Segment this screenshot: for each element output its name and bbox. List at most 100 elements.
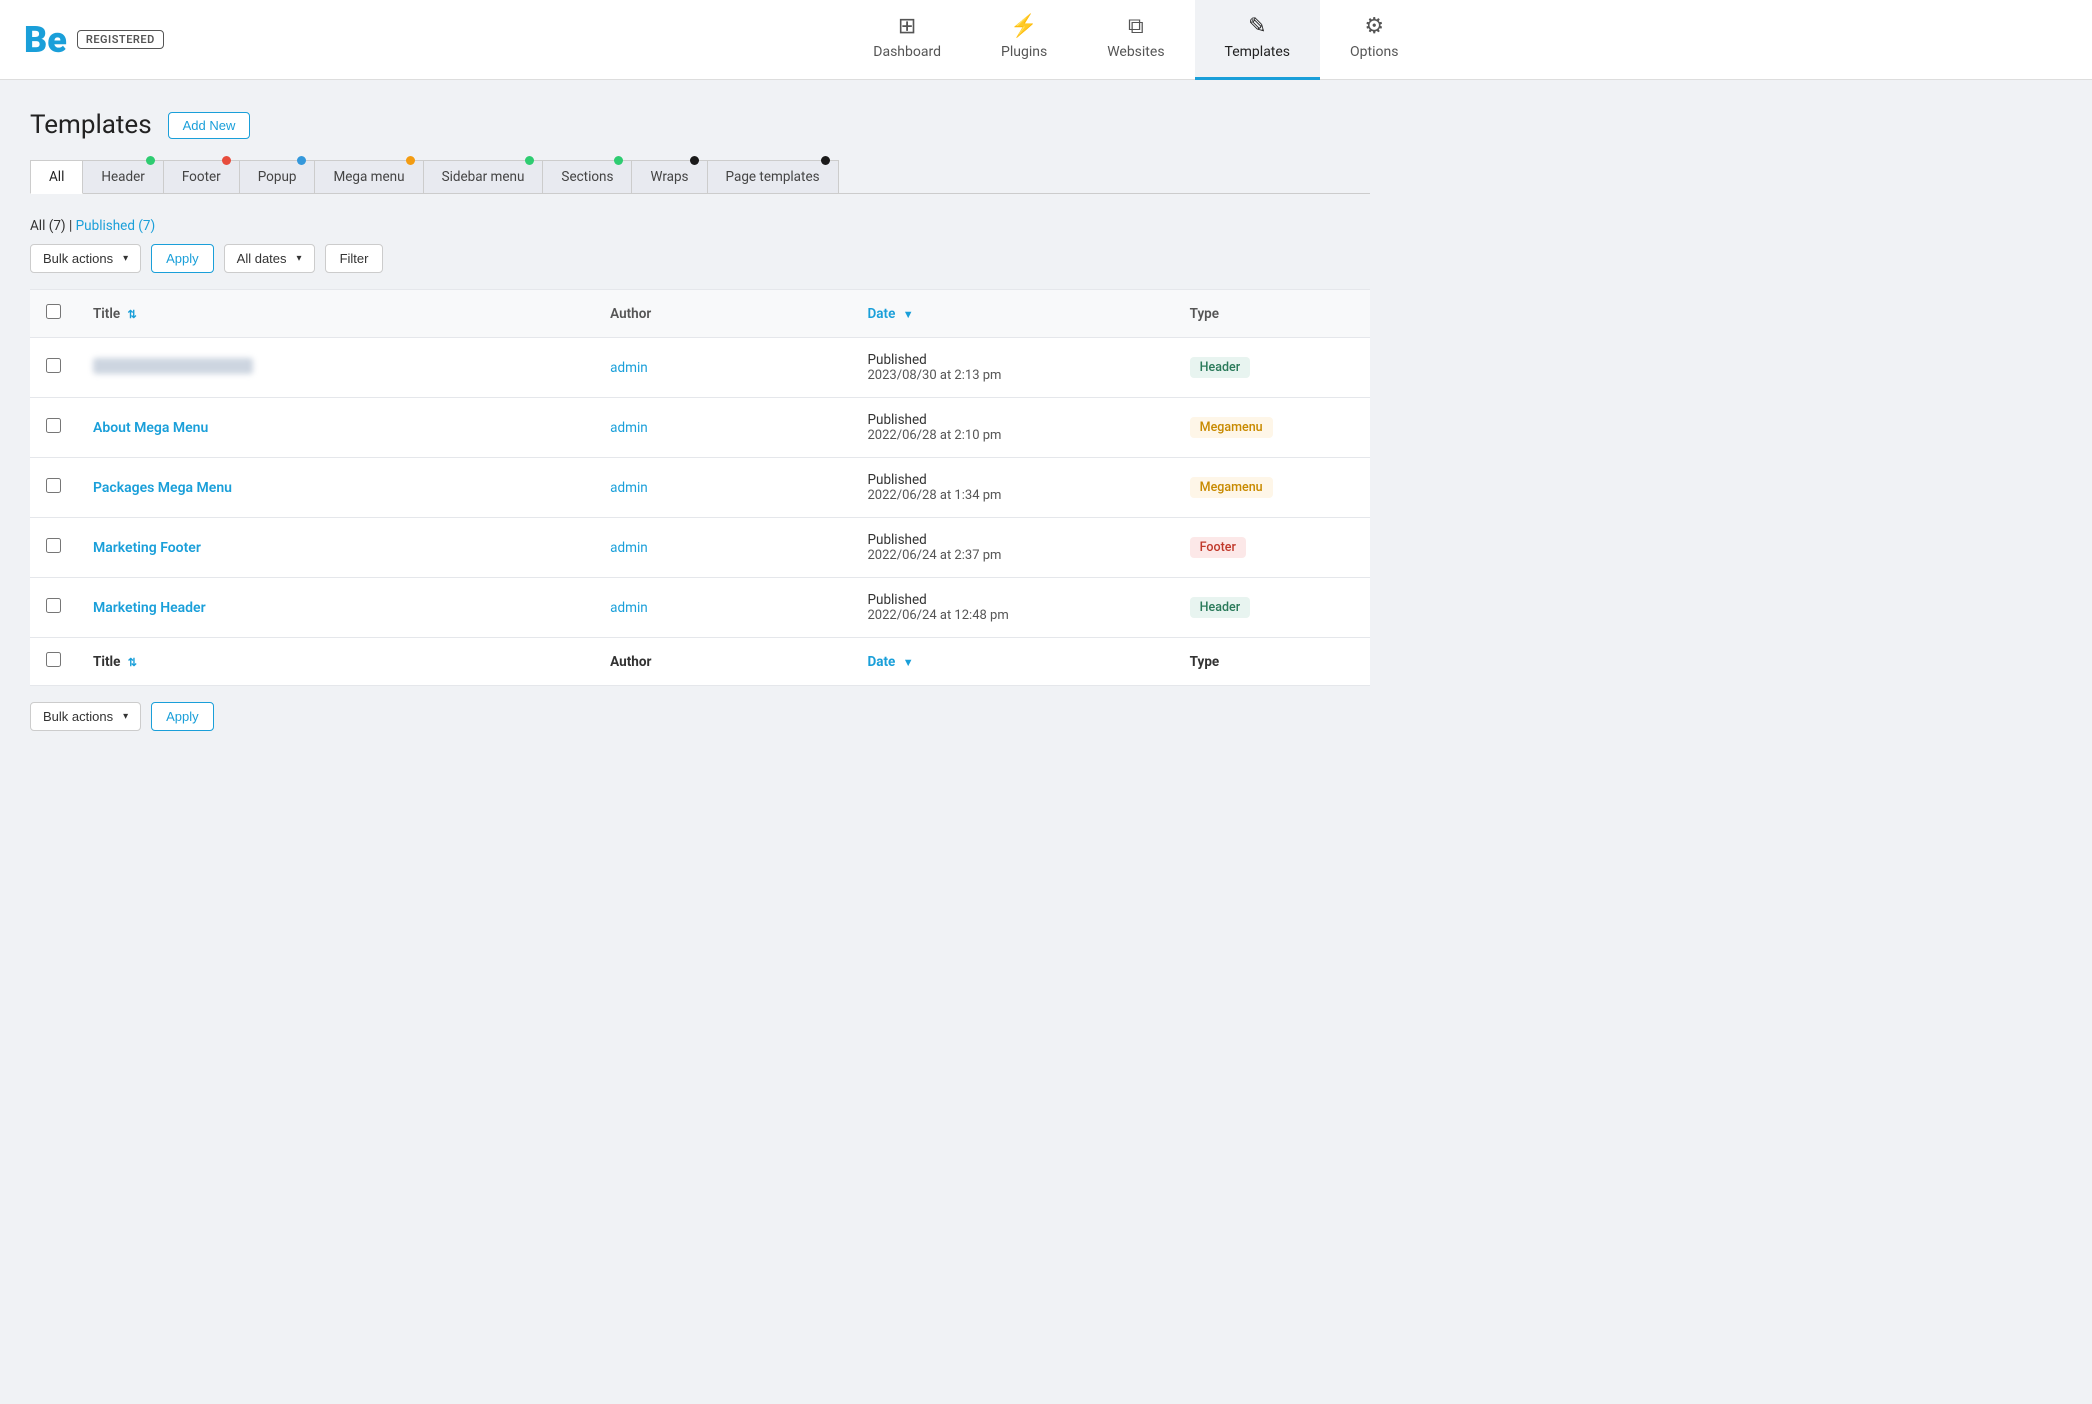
nav-label-dashboard: Dashboard xyxy=(873,44,941,60)
table-header: Title ⇅ Author Date ▼ Type xyxy=(30,290,1370,338)
row-status: Published xyxy=(867,352,1157,368)
tab-page-templates[interactable]: Page templates xyxy=(707,160,839,193)
row-author-link[interactable]: admin xyxy=(610,360,648,376)
row-title-link[interactable]: Marketing Footer xyxy=(93,540,201,556)
row-type-cell: Megamenu xyxy=(1174,458,1370,518)
table-row: About Mega Menu admin Published2022/06/28 … xyxy=(30,398,1370,458)
row-type-cell: Header xyxy=(1174,578,1370,638)
row-author-link[interactable]: admin xyxy=(610,540,648,556)
row-1-checkbox[interactable] xyxy=(46,418,61,433)
tab-footer-label: Footer xyxy=(182,169,221,185)
row-title-link[interactable]: Packages Mega Menu xyxy=(93,480,232,496)
tab-sections-label: Sections xyxy=(561,169,613,185)
row-status: Published xyxy=(867,412,1157,428)
row-type-cell: Header xyxy=(1174,338,1370,398)
row-title-cell: Marketing Header xyxy=(77,578,594,638)
apply-button-top[interactable]: Apply xyxy=(151,244,214,273)
row-0-checkbox[interactable] xyxy=(46,358,61,373)
column-footer-title[interactable]: Title ⇅ xyxy=(77,638,594,686)
summary-all: All (7) xyxy=(30,218,66,234)
nav-item-plugins[interactable]: ⚡ Plugins xyxy=(971,0,1077,80)
tab-footer[interactable]: Footer xyxy=(163,160,240,193)
tab-popup[interactable]: Popup xyxy=(239,160,316,193)
row-author-link[interactable]: admin xyxy=(610,420,648,436)
row-checkbox-cell xyxy=(30,398,77,458)
column-header-date[interactable]: Date ▼ xyxy=(851,290,1173,338)
select-all-checkbox[interactable] xyxy=(46,304,61,319)
select-all-cell xyxy=(30,290,77,338)
options-icon: ⚙ xyxy=(1364,16,1384,38)
row-status: Published xyxy=(867,532,1157,548)
row-author-cell: admin xyxy=(594,578,851,638)
summary-published[interactable]: Published (7) xyxy=(76,218,156,234)
row-type-badge: Header xyxy=(1190,357,1250,378)
bulk-actions-chevron-icon: ▾ xyxy=(123,253,128,264)
tab-sections[interactable]: Sections xyxy=(542,160,632,193)
page-title: Templates xyxy=(30,110,152,140)
row-title-cell: Marketing Footer xyxy=(77,518,594,578)
row-author-link[interactable]: admin xyxy=(610,600,648,616)
nav-item-options[interactable]: ⚙ Options xyxy=(1320,0,1428,80)
table-footer: Title ⇅ Author Date ▼ Type xyxy=(30,638,1370,686)
column-footer-date[interactable]: Date ▼ xyxy=(851,638,1173,686)
tab-sidebar-menu-dot xyxy=(525,156,534,165)
dashboard-icon: ⊞ xyxy=(898,16,916,38)
row-date: 2022/06/24 at 12:48 pm xyxy=(867,608,1157,623)
row-date-cell: Published2022/06/28 at 2:10 pm xyxy=(851,398,1173,458)
row-author-cell: admin xyxy=(594,398,851,458)
nav-items: ⊞ Dashboard ⚡ Plugins ⧉ Websites ✎ Templ… xyxy=(204,0,2068,80)
nav-item-templates[interactable]: ✎ Templates xyxy=(1195,0,1321,80)
registered-badge: REGISTERED xyxy=(77,30,164,49)
row-date-cell: Published2022/06/24 at 2:37 pm xyxy=(851,518,1173,578)
row-date: 2023/08/30 at 2:13 pm xyxy=(867,368,1157,383)
row-2-checkbox[interactable] xyxy=(46,478,61,493)
date-sort-icon-bottom: ▼ xyxy=(903,656,914,669)
title-header-label: Title xyxy=(93,306,120,322)
type-header-label: Type xyxy=(1190,306,1219,322)
bulk-actions-label: Bulk actions xyxy=(43,251,113,266)
nav-item-websites[interactable]: ⧉ Websites xyxy=(1077,0,1194,80)
bulk-actions-dropdown-bottom[interactable]: Bulk actions ▾ xyxy=(30,702,141,731)
nav-label-templates: Templates xyxy=(1225,44,1291,60)
row-checkbox-cell xyxy=(30,458,77,518)
page-title-row: Templates Add New xyxy=(30,110,1370,140)
row-title-link[interactable]: Marketing Header xyxy=(93,600,206,616)
row-type-badge: Megamenu xyxy=(1190,477,1273,498)
templates-table: Title ⇅ Author Date ▼ Type admin Publishe… xyxy=(30,289,1370,686)
date-footer-label: Date xyxy=(867,654,895,670)
row-date: 2022/06/24 at 2:37 pm xyxy=(867,548,1157,563)
tab-wraps[interactable]: Wraps xyxy=(631,160,707,193)
tab-sidebar-menu-label: Sidebar menu xyxy=(442,169,525,185)
logo-area: Be REGISTERED xyxy=(24,19,164,61)
all-dates-dropdown[interactable]: All dates ▾ xyxy=(224,244,315,273)
tab-header[interactable]: Header xyxy=(82,160,163,193)
column-footer-author: Author xyxy=(594,638,851,686)
bulk-actions-dropdown[interactable]: Bulk actions ▾ xyxy=(30,244,141,273)
row-title-cell: About Mega Menu xyxy=(77,398,594,458)
title-blurred xyxy=(93,358,253,374)
row-author-link[interactable]: admin xyxy=(610,480,648,496)
bulk-actions-label-bottom: Bulk actions xyxy=(43,709,113,724)
table-row: Marketing Header admin Published2022/06/24… xyxy=(30,578,1370,638)
row-title-cell xyxy=(77,338,594,398)
tab-sidebar-menu[interactable]: Sidebar menu xyxy=(423,160,544,193)
row-checkbox-cell xyxy=(30,518,77,578)
row-3-checkbox[interactable] xyxy=(46,538,61,553)
apply-button-bottom[interactable]: Apply xyxy=(151,702,214,731)
row-4-checkbox[interactable] xyxy=(46,598,61,613)
row-type-badge: Megamenu xyxy=(1190,417,1273,438)
column-header-title[interactable]: Title ⇅ xyxy=(77,290,594,338)
row-title-cell: Packages Mega Menu xyxy=(77,458,594,518)
date-sort-icon: ▼ xyxy=(903,308,914,321)
type-footer-label: Type xyxy=(1190,654,1220,670)
row-title-link[interactable]: About Mega Menu xyxy=(93,420,208,436)
tab-mega-menu[interactable]: Mega menu xyxy=(314,160,423,193)
filter-button[interactable]: Filter xyxy=(325,244,384,273)
row-date-cell: Published2022/06/24 at 12:48 pm xyxy=(851,578,1173,638)
nav-item-dashboard[interactable]: ⊞ Dashboard xyxy=(843,0,971,80)
select-all-checkbox-bottom[interactable] xyxy=(46,652,61,667)
tab-all[interactable]: All xyxy=(30,160,83,194)
add-new-button[interactable]: Add New xyxy=(168,112,251,139)
row-type-cell: Megamenu xyxy=(1174,398,1370,458)
top-navigation: Be REGISTERED ⊞ Dashboard ⚡ Plugins ⧉ We… xyxy=(0,0,2092,80)
